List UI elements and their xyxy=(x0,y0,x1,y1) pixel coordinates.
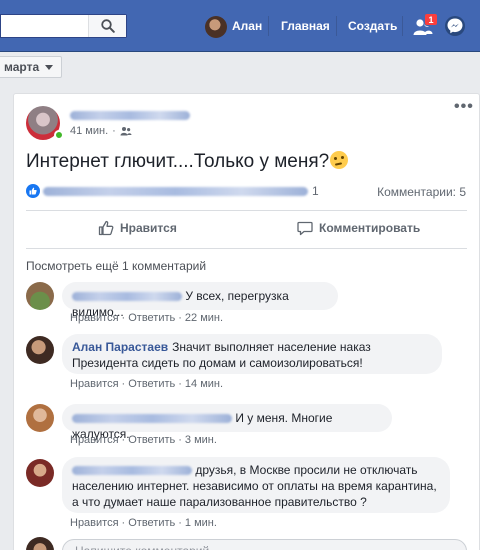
comment-bubble: друзья, в Москве просили не отключать на… xyxy=(62,457,450,513)
comment-timestamp[interactable]: 3 мин. xyxy=(185,434,217,446)
search-icon xyxy=(100,19,115,33)
like-button-label: Нравится xyxy=(120,221,177,235)
comment-reply-link[interactable]: Ответить xyxy=(128,517,175,529)
notification-badge: 1 xyxy=(424,13,438,26)
reactors-names-redacted xyxy=(43,186,308,196)
comment-author-redacted[interactable] xyxy=(72,466,192,476)
comment-input[interactable]: Напишите комментарий... xyxy=(62,539,467,550)
chevron-down-icon xyxy=(45,64,54,70)
comment-actions: Нравится · Ответить · 22 мин. xyxy=(70,312,224,324)
comment-like-link[interactable]: Нравится xyxy=(70,312,119,324)
date-filter-dropdown[interactable]: марта xyxy=(0,56,62,78)
post-author-name-redacted[interactable] xyxy=(70,108,190,122)
comment-actions: Нравится · Ответить · 1 мин. xyxy=(70,517,217,529)
comment-like-link[interactable]: Нравится xyxy=(70,378,119,390)
like-reaction-icon xyxy=(26,184,40,198)
comment-actions: Нравится · Ответить · 14 мин. xyxy=(70,378,224,390)
divider xyxy=(26,248,467,249)
current-user-avatar xyxy=(26,537,54,550)
comment-reply-link[interactable]: Ответить xyxy=(128,312,175,324)
audience-friends-icon[interactable] xyxy=(120,126,132,136)
reactions-summary[interactable]: 1 xyxy=(26,184,319,198)
post-text: Интернет глючит....Только у меня? xyxy=(26,150,349,174)
like-button[interactable]: Нравится xyxy=(98,218,177,238)
divider xyxy=(26,210,467,211)
profile-link[interactable]: Алан xyxy=(232,18,262,34)
user-avatar[interactable] xyxy=(205,16,227,38)
comment-icon xyxy=(297,221,313,236)
comment-like-link[interactable]: Нравится xyxy=(70,517,119,529)
post-card: 41 мин. · ••• Интернет глючит....Только … xyxy=(13,93,480,550)
comment-reply-link[interactable]: Ответить xyxy=(128,434,175,446)
comment-bubble: У всех, перегрузка видимо... xyxy=(62,282,338,319)
comment-timestamp[interactable]: 22 мин. xyxy=(185,312,223,324)
comment-button-label: Комментировать xyxy=(319,221,421,235)
comment-author-avatar[interactable] xyxy=(26,404,54,432)
comment-author-avatar[interactable] xyxy=(26,336,54,364)
reaction-count: 1 xyxy=(312,184,319,198)
comment-author-avatar[interactable] xyxy=(26,459,54,487)
comment-timestamp[interactable]: 1 мин. xyxy=(185,517,217,529)
create-link[interactable]: Создать xyxy=(348,18,397,34)
comment-button[interactable]: Комментировать xyxy=(297,218,420,238)
comment-reply-link[interactable]: Ответить xyxy=(128,378,175,390)
search-input[interactable] xyxy=(0,14,127,38)
post-meta: 41 мин. · xyxy=(70,125,132,137)
date-filter-value: марта xyxy=(4,60,40,74)
comment-bubble: Алан Парастаев Значит выполняет население… xyxy=(62,334,442,374)
home-link[interactable]: Главная xyxy=(281,18,330,34)
post-message: Интернет глючит....Только у меня? xyxy=(26,151,330,172)
comment-actions: Нравится · Ответить · 3 мин. xyxy=(70,434,217,446)
post-options-icon[interactable]: ••• xyxy=(454,99,474,115)
online-status-indicator xyxy=(54,130,64,140)
nav-divider xyxy=(268,16,269,36)
comments-count-link[interactable]: Комментарии: 5 xyxy=(377,185,466,199)
comment-author-redacted[interactable] xyxy=(72,414,232,424)
comment-like-link[interactable]: Нравится xyxy=(70,434,119,446)
search-button[interactable] xyxy=(88,15,126,37)
view-more-comments-link[interactable]: Посмотреть ещё 1 комментарий xyxy=(26,259,206,273)
comment-author-name[interactable]: Алан Парастаев xyxy=(72,340,168,354)
comment-bubble: И у меня. Многие жалуются. xyxy=(62,404,392,441)
top-navigation-bar: Алан Главная Создать 1 xyxy=(0,0,480,52)
messenger-icon[interactable] xyxy=(444,15,466,37)
nav-divider xyxy=(402,16,403,36)
comment-timestamp[interactable]: 14 мин. xyxy=(185,378,223,390)
comment-author-avatar[interactable] xyxy=(26,282,54,310)
nav-divider xyxy=(336,16,337,36)
post-timestamp[interactable]: 41 мин. xyxy=(70,125,108,137)
thinking-face-icon xyxy=(330,151,349,169)
comment-author-redacted[interactable] xyxy=(72,292,182,302)
thumbs-up-icon xyxy=(98,220,114,236)
